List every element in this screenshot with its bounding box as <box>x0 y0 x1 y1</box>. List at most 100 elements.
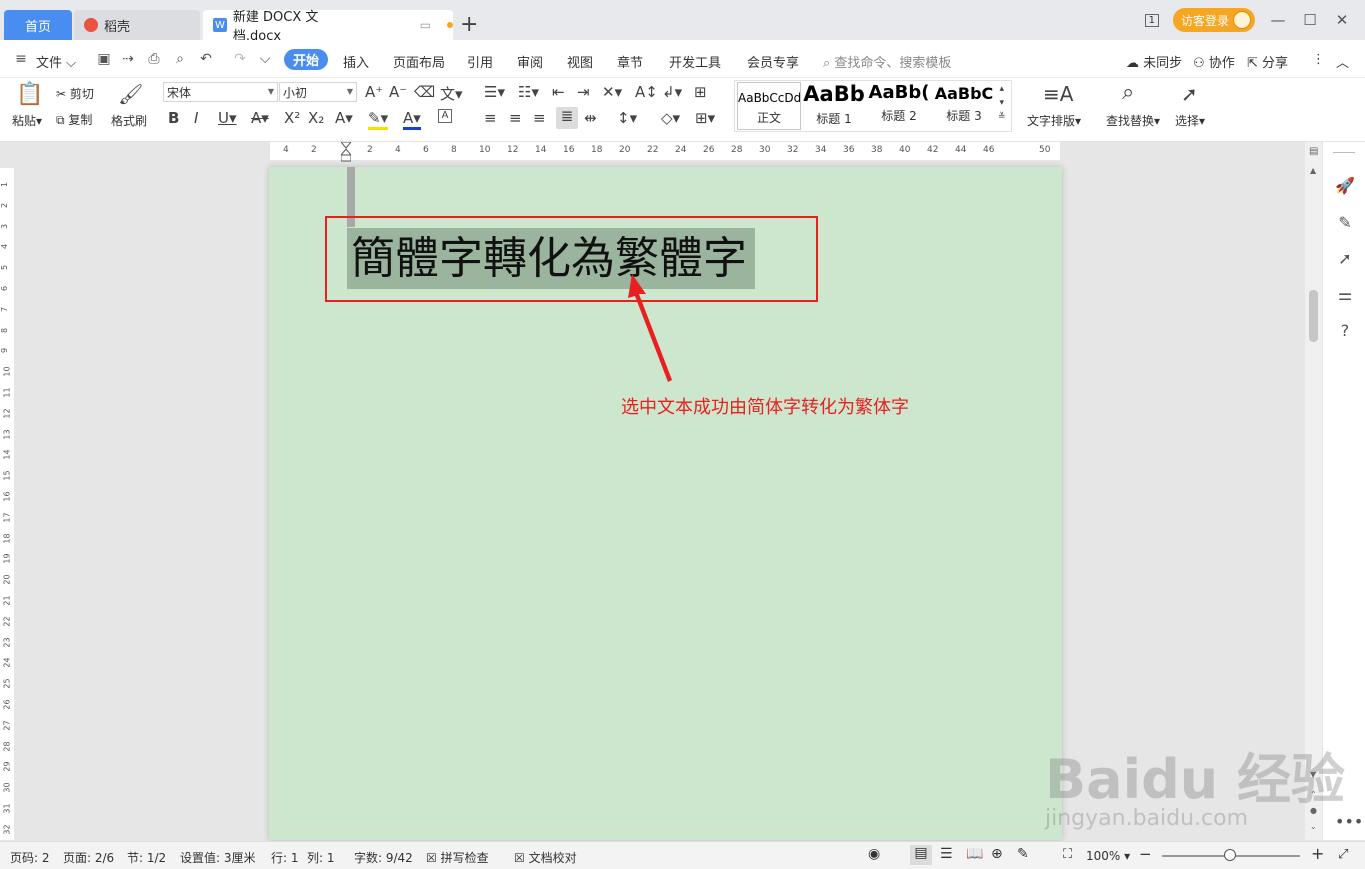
cut-button[interactable]: ✂ 剪切 <box>56 85 94 102</box>
status-section[interactable]: 节: 1/2 <box>127 849 166 866</box>
new-tab-button[interactable]: + <box>460 12 478 37</box>
style-scroll-icon[interactable]: ▴ ▾ ≚ <box>998 82 1006 124</box>
text-layout-icon[interactable]: ≡A <box>1043 82 1073 106</box>
menu-file[interactable]: 文件 ⌵ <box>36 52 76 71</box>
doc-proof-button[interactable]: ☒ 文档校对 <box>514 849 577 866</box>
distribute-icon[interactable]: ⇹ <box>584 109 597 127</box>
numbered-list-icon[interactable]: ☷▾ <box>518 83 539 101</box>
share-button[interactable]: ⇱ 分享 <box>1247 52 1288 71</box>
style-normal[interactable]: AaBbCcDd 正文 <box>737 82 801 130</box>
menu-review[interactable]: 审阅 <box>517 52 543 71</box>
pen-icon[interactable]: ✎ <box>1335 213 1355 233</box>
decrease-indent-icon[interactable]: ⇤ <box>552 83 565 101</box>
web-view-icon[interactable]: ⊕ <box>991 846 1003 862</box>
horizontal-ruler[interactable]: 4 2 2 4 6 8 10 12 14 16 18 20 22 24 26 28 30 32 34 36 38 40 42… <box>270 142 1060 160</box>
justify-icon[interactable]: ≣ <box>556 107 578 129</box>
zoom-level[interactable]: 100% ▾ <box>1086 849 1130 863</box>
clear-format-icon[interactable]: ⌫ <box>414 83 435 101</box>
menu-insert[interactable]: 插入 <box>343 52 369 71</box>
text-direction-icon[interactable]: A↕ <box>635 83 658 101</box>
text-effect-icon[interactable]: A▾ <box>335 109 353 127</box>
tab-document[interactable]: W 新建 DOCX 文档.docx ▭ <box>203 10 453 44</box>
fit-page-icon[interactable]: ⛶ <box>1063 847 1072 862</box>
align-center-icon[interactable]: ≡ <box>509 109 522 127</box>
minimize-icon[interactable]: — <box>1269 11 1287 29</box>
find-replace-button[interactable]: 查找替换▾ <box>1106 112 1160 129</box>
strikethrough-icon[interactable]: A▾ <box>251 109 269 127</box>
chinese-layout-icon[interactable]: ✕▾ <box>602 83 622 101</box>
collapse-ribbon-icon[interactable]: ︿ <box>1336 52 1349 71</box>
eye-icon[interactable]: ◉ <box>868 846 880 862</box>
window-count-icon[interactable]: 1 <box>1144 13 1159 27</box>
status-page-code[interactable]: 页码: 2 <box>10 849 50 866</box>
status-col[interactable]: 列: 1 <box>307 849 335 866</box>
scroll-thumb[interactable] <box>1309 290 1318 342</box>
brush-icon[interactable]: 🖌 <box>118 82 143 106</box>
spell-check-button[interactable]: ☒ 拼写检查 <box>426 849 489 866</box>
style-heading-2[interactable]: AaBb( 标题 2 <box>868 82 930 130</box>
pointer-icon[interactable]: ➚ <box>1335 249 1355 269</box>
bold-icon[interactable]: B <box>168 109 179 127</box>
tab-daoke[interactable]: 稻壳 <box>74 10 200 40</box>
font-size-select[interactable]: 小初 ▼ <box>279 82 357 102</box>
style-heading-1[interactable]: AaBb 标题 1 <box>803 82 865 130</box>
status-row[interactable]: 行: 1 <box>271 849 299 866</box>
collab-button[interactable]: ⚇ 协作 <box>1193 52 1235 71</box>
copy-button[interactable]: ⧉ 复制 <box>56 111 92 128</box>
status-page[interactable]: 页面: 2/6 <box>63 849 114 866</box>
tab-home[interactable]: 首页 <box>4 10 72 40</box>
export-icon[interactable]: ⇢ <box>119 50 137 68</box>
more-icon[interactable]: ⋮ <box>1312 52 1325 67</box>
grow-font-icon[interactable]: A⁺ <box>365 83 383 101</box>
bullet-list-icon[interactable]: ☰▾ <box>484 83 505 101</box>
paste-button[interactable]: 粘贴▾ <box>12 112 42 129</box>
superscript-icon[interactable]: X² <box>284 109 300 127</box>
zoom-in-icon[interactable]: + <box>1311 844 1324 863</box>
subscript-icon[interactable]: X₂ <box>308 109 324 127</box>
more-dots-icon[interactable]: ••• <box>1335 812 1363 832</box>
align-right-icon[interactable]: ≡ <box>533 109 546 127</box>
command-search[interactable]: ⌕ 查找命令、搜索模板 <box>823 52 951 71</box>
sort-icon[interactable]: ↲▾ <box>662 83 682 101</box>
undo-icon[interactable]: ↶ <box>197 50 215 68</box>
highlight-icon[interactable]: ✎▾ <box>368 109 389 130</box>
close-icon[interactable]: ✕ <box>1333 11 1351 29</box>
help-icon[interactable]: ? <box>1335 321 1355 341</box>
scroll-up-icon[interactable]: ▲ <box>1310 166 1316 175</box>
menu-page-layout[interactable]: 页面布局 <box>393 52 445 71</box>
sliders-icon[interactable]: ⚌ <box>1335 285 1355 305</box>
line-spacing-icon[interactable]: ↕▾ <box>617 109 637 127</box>
print-icon[interactable]: ⎙ <box>145 50 163 68</box>
underline-icon[interactable]: U▾ <box>218 109 237 127</box>
tab-ruler-icon[interactable]: ⊞ <box>694 83 707 101</box>
status-word-count[interactable]: 字数: 9/42 <box>354 849 413 866</box>
print-preview-icon[interactable]: ⌕ <box>171 50 189 68</box>
redo-icon[interactable]: ↷ <box>231 50 249 68</box>
format-painter-button[interactable]: 格式刷 <box>111 112 147 129</box>
select-button[interactable]: 选择▾ <box>1175 112 1205 129</box>
login-button[interactable]: 访客登录 <box>1172 8 1255 32</box>
menu-start[interactable]: 开始 <box>284 49 328 70</box>
status-setting[interactable]: 设置值: 3厘米 <box>180 849 256 866</box>
sync-button[interactable]: ☁ 未同步 <box>1126 52 1182 71</box>
font-color-icon[interactable]: A▾ <box>403 109 421 130</box>
save-icon[interactable]: ▣ <box>95 50 113 68</box>
hamburger-icon[interactable]: ≡ <box>12 50 30 68</box>
vertical-ruler[interactable]: 1 2 3 4 5 6 7 8 9 10 11 12 13 14 15 16 17 18 19 20 21 22 23 24 2… <box>0 168 14 840</box>
italic-icon[interactable]: I <box>194 109 198 127</box>
phonetic-icon[interactable]: 文▾ <box>440 83 463 104</box>
indent-marker-icon[interactable] <box>339 141 353 162</box>
fullscreen-icon[interactable]: ⤢ <box>1338 847 1348 862</box>
next-page-icon[interactable]: ⌄ <box>1310 822 1317 831</box>
align-left-icon[interactable]: ≡ <box>484 109 497 127</box>
cursor-icon[interactable]: ➚ <box>1181 82 1198 106</box>
menu-view[interactable]: 视图 <box>567 52 593 71</box>
increase-indent-icon[interactable]: ⇥ <box>577 83 590 101</box>
zoom-out-icon[interactable]: − <box>1139 845 1152 863</box>
doc-map-icon[interactable]: ▤ <box>1309 146 1318 157</box>
style-heading-3[interactable]: AaBbC 标题 3 <box>933 82 995 130</box>
monitor-icon[interactable]: ▭ <box>420 18 431 32</box>
page-view-icon[interactable]: ▤ <box>910 845 932 865</box>
text-layout-button[interactable]: 文字排版▾ <box>1027 112 1081 129</box>
write-view-icon[interactable]: ✎ <box>1017 846 1029 862</box>
